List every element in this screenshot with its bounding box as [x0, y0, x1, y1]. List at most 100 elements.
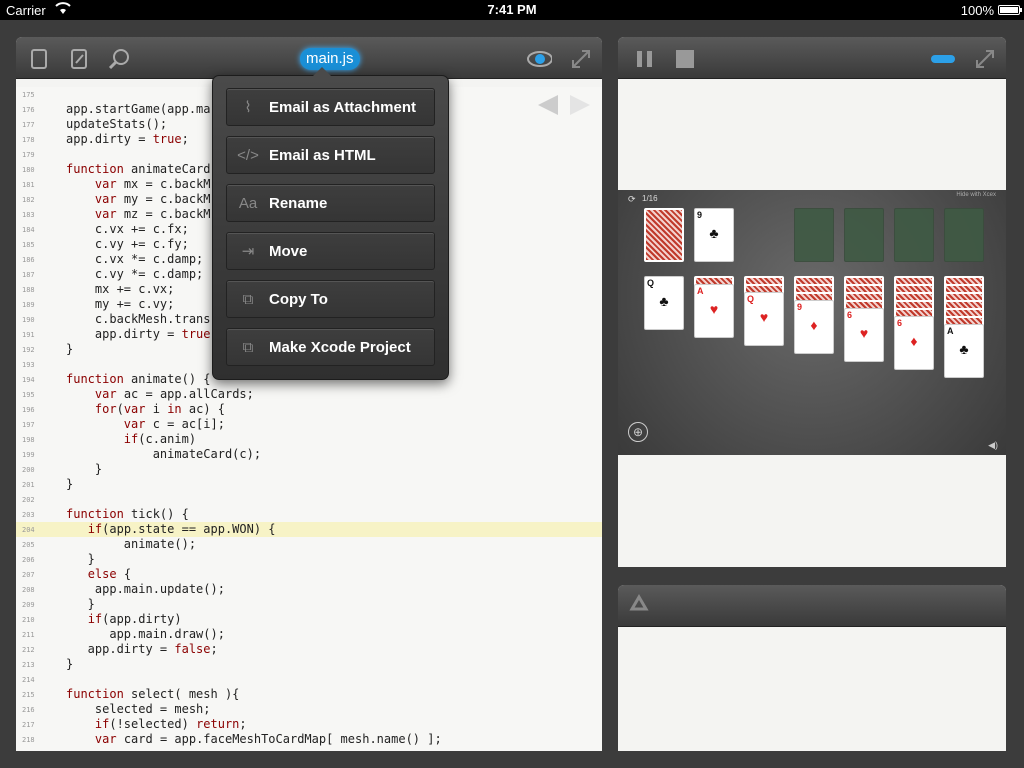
line-number: 180 — [22, 166, 35, 174]
expand-icon[interactable] — [972, 46, 998, 72]
refresh-icon[interactable]: ⟳ — [628, 194, 636, 205]
code-line: 199 animateCard(c); — [16, 447, 602, 462]
game-note: Hide with Xcex — [956, 192, 996, 198]
line-text: } — [66, 597, 95, 611]
menu-item[interactable]: ⇥ Move — [226, 232, 435, 270]
line-text: for(var i in ac) { — [94, 402, 226, 416]
line-text: app.startGame(app.ma — [66, 102, 211, 116]
paperclip-icon: ⌇ — [244, 99, 252, 116]
preview-eye-icon[interactable] — [526, 46, 552, 72]
line-text: c.vy *= c.damp; — [66, 267, 204, 281]
line-number: 215 — [22, 691, 35, 699]
line-text: updateStats(); — [66, 117, 168, 131]
tableau-card[interactable]: 6 ♥ — [844, 308, 884, 362]
menu-item[interactable]: </> Email as HTML — [226, 136, 435, 174]
line-text: } — [66, 552, 95, 566]
line-number: 183 — [22, 211, 35, 219]
stock-pile[interactable] — [644, 208, 684, 262]
tableau-card[interactable]: A ♥ — [694, 284, 734, 338]
line-text: var mz = c.backM — [94, 207, 211, 221]
code-line: 207 else { — [16, 567, 602, 582]
line-number: 184 — [22, 226, 35, 234]
line-number: 214 — [22, 676, 35, 684]
card-rank: A — [697, 286, 704, 296]
line-text: if(app.state == app.WON) { — [87, 522, 276, 536]
recycle-icon[interactable] — [626, 594, 652, 620]
new-file-icon[interactable] — [26, 46, 52, 72]
battery-icon — [998, 5, 1022, 15]
menu-item[interactable]: ⧉ Make Xcode Project — [226, 328, 435, 366]
code-line: 217 if(!selected) return; — [16, 717, 602, 732]
tableau-card[interactable]: 6 ♦ — [894, 316, 934, 370]
sound-icon[interactable]: ◀) — [988, 440, 998, 451]
solitaire-game-view[interactable]: ⟳ 1/16 Hide with Xcex ⊕ ◀) 9 ♣ Q ♣ A ♥ Q ♥ 9 ♦ 6 ♥ 6… — [618, 190, 1006, 455]
foundation-slot[interactable] — [894, 208, 934, 262]
code-line: 215 function select( mesh ){ — [16, 687, 602, 702]
tableau-card[interactable]: Q ♣ — [644, 276, 684, 330]
line-number: 178 — [22, 136, 35, 144]
line-number: 207 — [22, 571, 35, 579]
menu-item[interactable]: ⧉ Copy To — [226, 280, 435, 318]
tableau-card[interactable]: Q ♥ — [744, 292, 784, 346]
preview-panel: ⟳ 1/16 Hide with Xcex ⊕ ◀) 9 ♣ Q ♣ A ♥ Q ♥ 9 ♦ 6 ♥ 6… — [618, 37, 1006, 567]
code-line: 197 var c = ac[i]; — [16, 417, 602, 432]
tableau-card[interactable]: A ♣ — [944, 324, 984, 378]
line-number: 181 — [22, 181, 35, 189]
line-text: if(c.anim) — [123, 432, 197, 446]
line-text: c.vx += c.fx; — [66, 222, 189, 236]
card-suit: ♣ — [659, 293, 669, 309]
line-text: } — [66, 477, 74, 491]
foundation-slot[interactable] — [794, 208, 834, 262]
edit-file-icon[interactable] — [66, 46, 92, 72]
line-text: function animateCard — [66, 162, 211, 176]
line-text: var mx = c.backM — [94, 177, 211, 191]
line-number: 218 — [22, 736, 35, 744]
waste-card[interactable]: 9 ♣ — [694, 208, 734, 262]
clock: 7:41 PM — [487, 2, 537, 17]
card-suit: ♥ — [859, 325, 869, 341]
card-suit: ♦ — [910, 333, 918, 349]
line-text: var card = app.faceMeshToCardMap[ mesh.n… — [94, 732, 442, 746]
code-line: 201} — [16, 477, 602, 492]
line-number: 175 — [22, 91, 35, 99]
line-number: 197 — [22, 421, 35, 429]
line-text: app.dirty = true — [66, 327, 211, 341]
expand-icon[interactable] — [568, 46, 594, 72]
card-rank: 6 — [847, 310, 853, 320]
card-suit: ♣ — [709, 225, 719, 241]
editor-toolbar: main.js — [16, 37, 602, 79]
code-line: 195 var ac = app.allCards; — [16, 387, 602, 402]
nav-arrows — [538, 95, 590, 115]
foundation-slot[interactable] — [944, 208, 984, 262]
line-number: 177 — [22, 121, 35, 129]
menu-item[interactable]: ⌇ Email as Attachment — [226, 88, 435, 126]
activity-indicator-icon — [930, 46, 956, 72]
card-suit: ♥ — [709, 301, 719, 317]
text-icon: Aa — [238, 194, 258, 212]
line-text: var ac = app.allCards; — [94, 387, 254, 401]
code-line: 204 if(app.state == app.WON) { — [16, 522, 602, 537]
pause-icon[interactable] — [632, 46, 658, 72]
settings-icon[interactable]: ⊕ — [628, 422, 648, 442]
stop-icon[interactable] — [672, 46, 698, 72]
line-text: app.dirty = false; — [66, 642, 218, 656]
line-number: 186 — [22, 256, 35, 264]
menu-item[interactable]: Aa Rename — [226, 184, 435, 222]
line-number: 201 — [22, 481, 35, 489]
menu-item-label: Rename — [269, 194, 328, 212]
foundation-slot[interactable] — [844, 208, 884, 262]
line-text: c.vy += c.fy; — [66, 237, 189, 251]
line-number: 205 — [22, 541, 35, 549]
code-line: 205 animate(); — [16, 537, 602, 552]
line-text: animate(); — [66, 537, 197, 551]
line-number: 182 — [22, 196, 35, 204]
search-icon[interactable] — [106, 46, 132, 72]
code-line: 198 if(c.anim) — [16, 432, 602, 447]
line-number: 213 — [22, 661, 35, 669]
copy-icon: ⧉ — [242, 290, 254, 308]
tableau-card[interactable]: 9 ♦ — [794, 300, 834, 354]
line-number: 190 — [22, 316, 35, 324]
code-line: 203 function tick() { — [16, 507, 602, 522]
line-number: 195 — [22, 391, 35, 399]
console-toolbar — [618, 585, 1006, 627]
